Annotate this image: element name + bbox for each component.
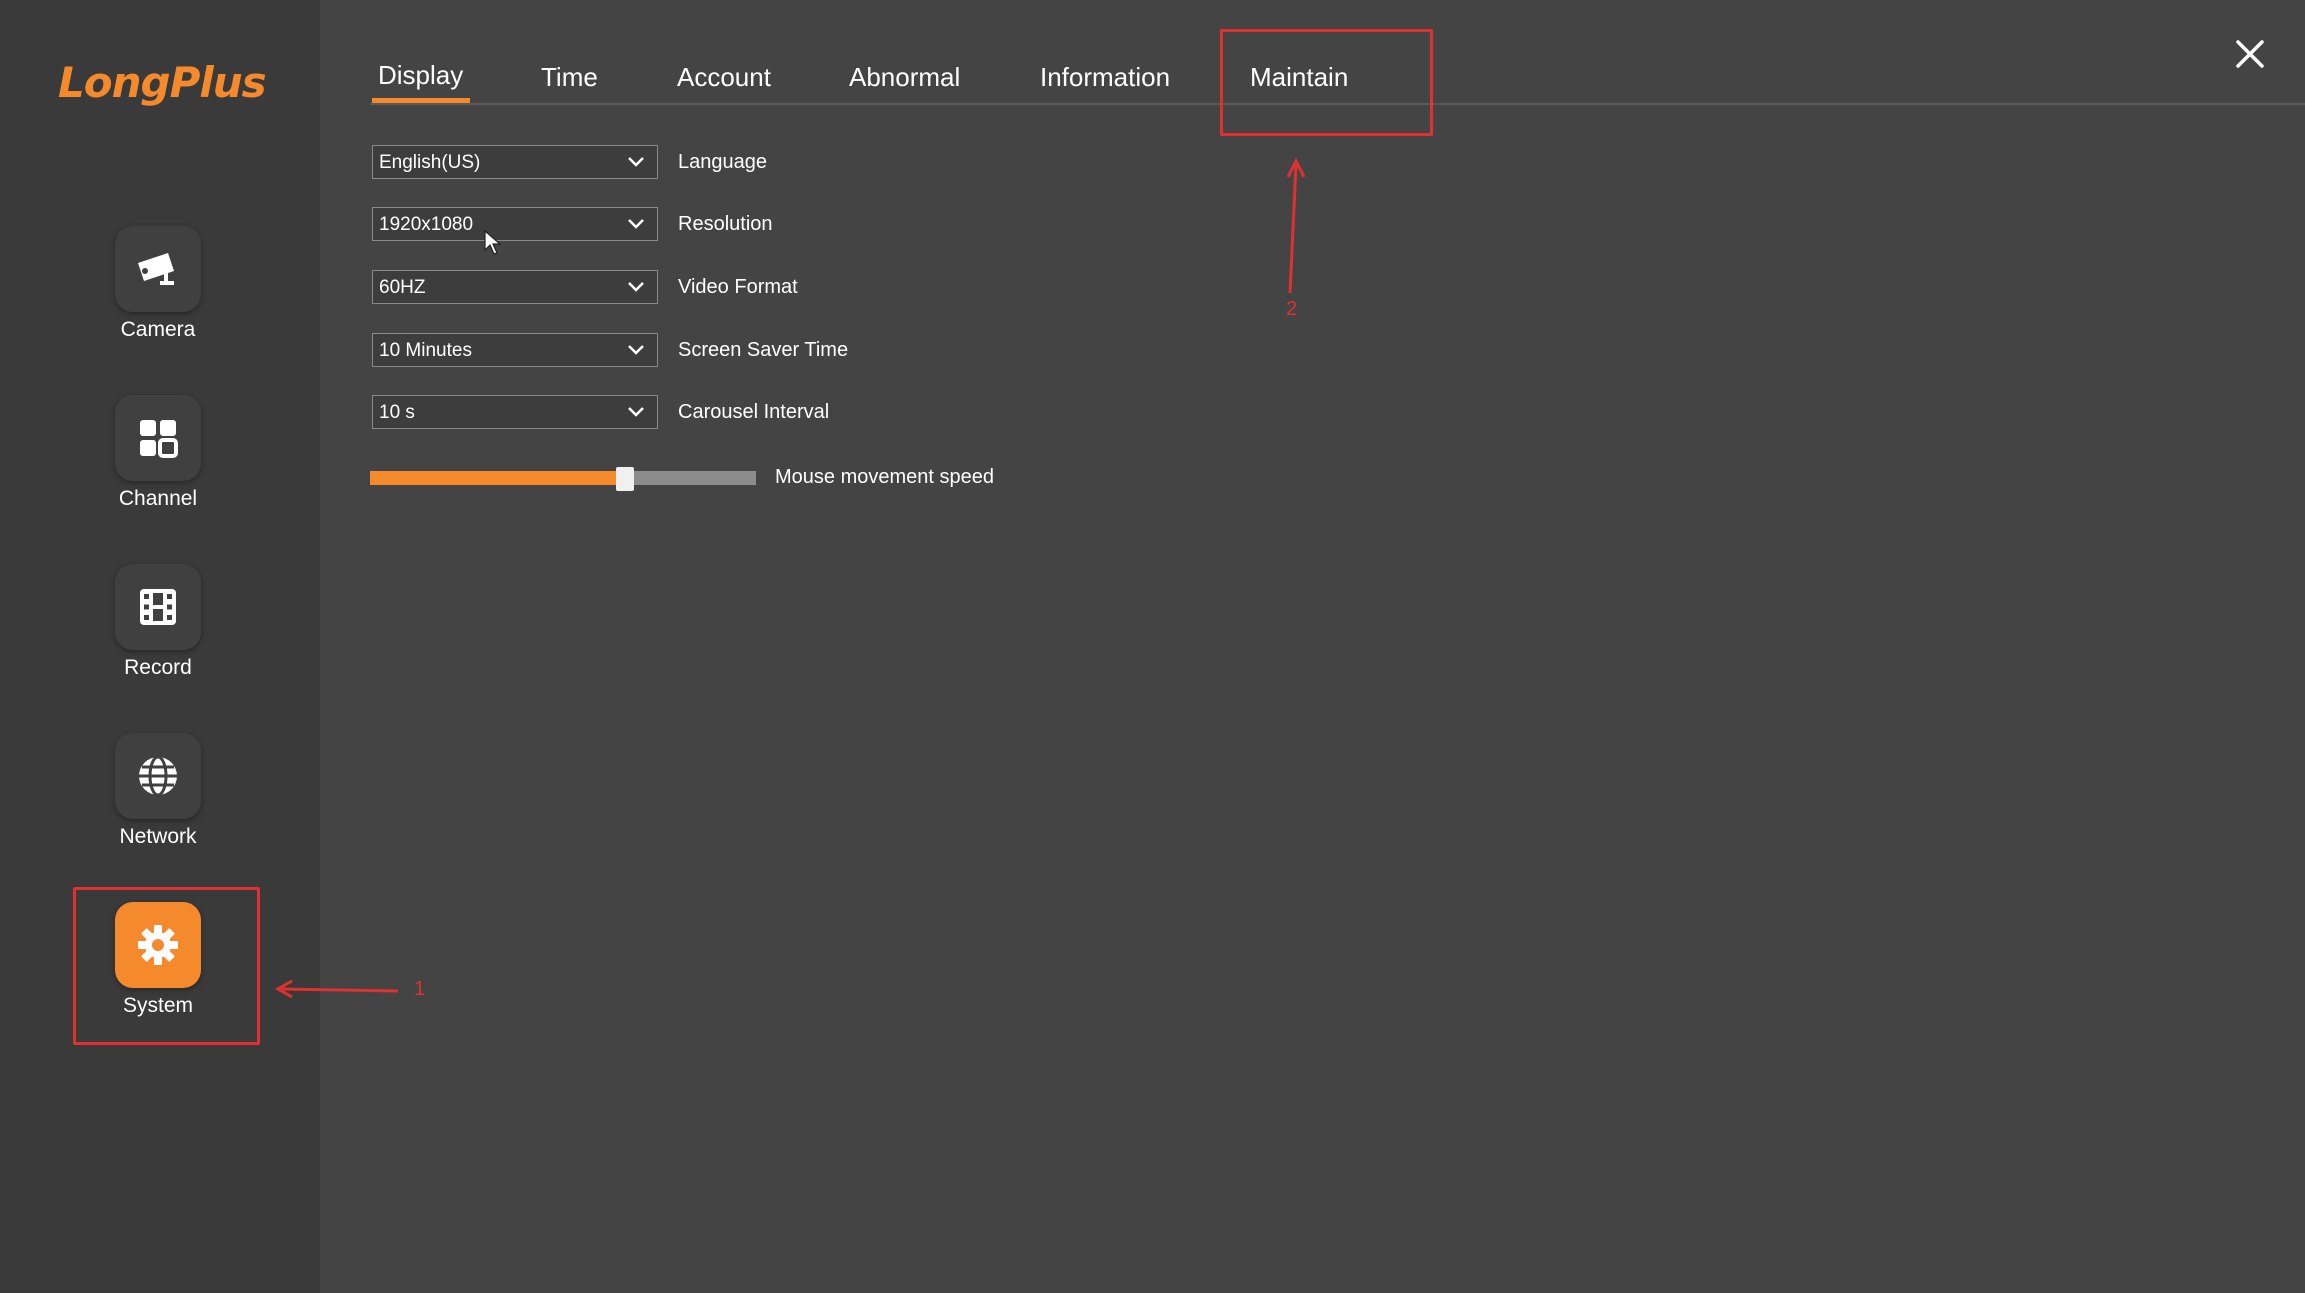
brand-logo: LongPlus xyxy=(58,58,267,107)
settings-window: LongPlus Camera Channel Record Network S… xyxy=(0,0,2305,1293)
tab-abnormal[interactable]: Abnormal xyxy=(849,62,960,93)
sidebar-item-label: Network xyxy=(119,825,197,848)
annotation-arrow-left xyxy=(274,979,399,999)
camera-icon xyxy=(115,226,201,312)
carousel-select[interactable]: 10 s xyxy=(372,395,658,429)
video-format-label: Video Format xyxy=(678,276,798,298)
resolution-select[interactable]: 1920x1080 xyxy=(372,207,658,241)
grid-icon xyxy=(115,395,201,481)
language-select[interactable]: English(US) xyxy=(372,145,658,179)
select-value: 10 Minutes xyxy=(379,340,472,361)
chevron-down-icon xyxy=(628,345,644,355)
tab-divider xyxy=(370,103,2305,105)
slider-thumb[interactable] xyxy=(615,467,634,491)
sidebar: LongPlus Camera Channel Record Network S… xyxy=(0,0,320,1293)
carousel-label: Carousel Interval xyxy=(678,401,830,423)
annotation-step-2: 2 xyxy=(1286,298,1298,320)
chevron-down-icon xyxy=(628,407,644,417)
sidebar-item-network[interactable]: Network xyxy=(0,733,316,883)
mouse-cursor-icon xyxy=(484,230,502,255)
select-value: 60HZ xyxy=(379,277,426,298)
resolution-label: Resolution xyxy=(678,213,773,235)
language-label: Language xyxy=(678,151,767,173)
video-format-select[interactable]: 60HZ xyxy=(372,270,658,304)
tab-time[interactable]: Time xyxy=(541,62,598,93)
slider-fill xyxy=(370,471,625,485)
tab-account[interactable]: Account xyxy=(677,62,771,93)
chevron-down-icon xyxy=(628,157,644,167)
chevron-down-icon xyxy=(628,219,644,229)
screen-saver-label: Screen Saver Time xyxy=(678,339,849,361)
tab-display[interactable]: Display xyxy=(378,60,463,91)
chevron-down-icon xyxy=(628,282,644,292)
screen-saver-select[interactable]: 10 Minutes xyxy=(372,333,658,367)
select-value: 1920x1080 xyxy=(379,214,474,235)
close-button[interactable] xyxy=(2234,38,2266,70)
annotation-arrow-up xyxy=(1286,157,1306,294)
tab-information[interactable]: Information xyxy=(1040,62,1170,93)
sidebar-item-label: Camera xyxy=(120,318,196,341)
sidebar-item-label: Channel xyxy=(118,487,198,510)
mouse-speed-label: Mouse movement speed xyxy=(775,466,995,488)
gear-icon xyxy=(115,902,201,988)
sidebar-item-system[interactable]: System xyxy=(0,902,316,1052)
mouse-speed-slider[interactable] xyxy=(370,467,756,491)
sidebar-item-record[interactable]: Record xyxy=(0,564,316,714)
tab-maintain[interactable]: Maintain xyxy=(1250,62,1348,93)
sidebar-item-label: Record xyxy=(124,656,192,679)
globe-icon xyxy=(115,733,201,819)
select-value: 10 s xyxy=(379,402,415,423)
close-icon xyxy=(2236,40,2264,68)
sidebar-item-channel[interactable]: Channel xyxy=(0,395,316,545)
sidebar-item-label: System xyxy=(122,994,193,1017)
sidebar-item-camera[interactable]: Camera xyxy=(0,226,316,376)
select-value: English(US) xyxy=(379,152,481,173)
annotation-step-1: 1 xyxy=(414,978,426,1000)
film-icon xyxy=(115,564,201,650)
